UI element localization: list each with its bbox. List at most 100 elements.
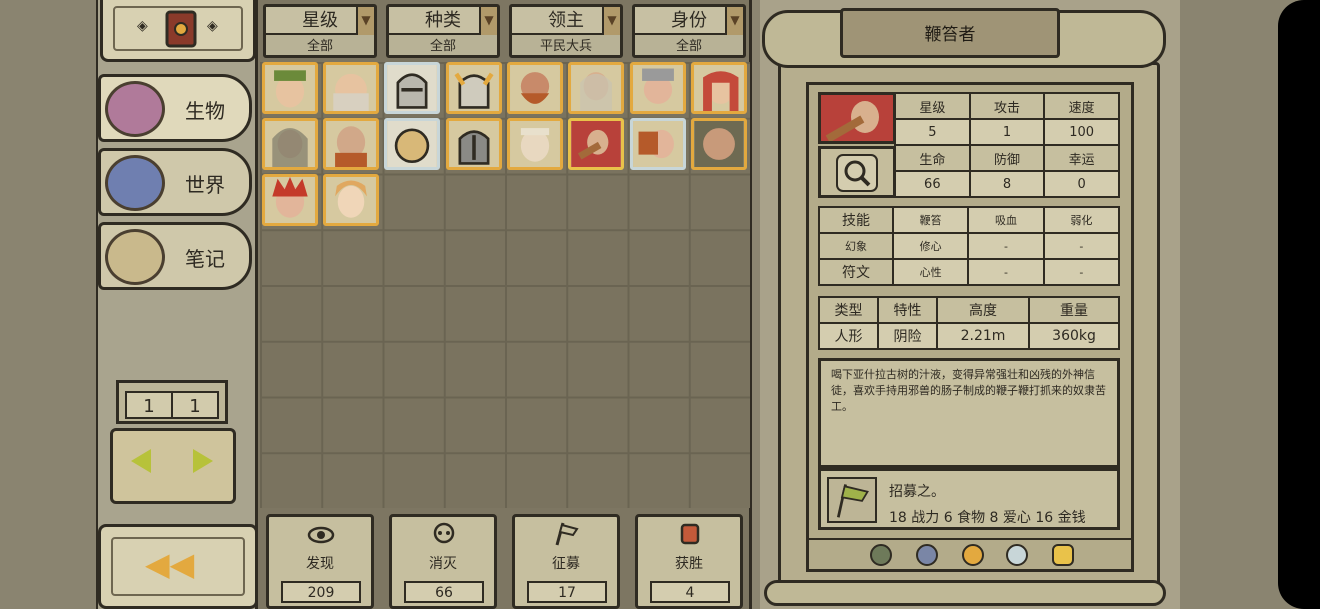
filter-species[interactable]: 种类 ▼ 全部 (386, 4, 500, 58)
hp-label: 生命 (894, 144, 971, 172)
page-book (110, 428, 236, 504)
stat-label: 发现 (306, 556, 334, 572)
recruit-cost: 18 战力 6 食物 8 爱心 16 金钱 (889, 510, 1086, 526)
weight-value: 360kg (1028, 322, 1120, 350)
page-total: 1 (171, 391, 219, 419)
stat-label: 获胜 (675, 556, 703, 572)
creature-portrait[interactable] (691, 62, 747, 114)
left-background (0, 0, 96, 609)
creature-description: 喝下亚什拉古树的汁液，变得异常强壮和凶残的外神信徒，喜欢手持用邪兽的肠子制成的鞭… (818, 358, 1120, 468)
height-label: 高度 (935, 296, 1031, 324)
category-world[interactable]: 世界 (98, 148, 252, 216)
page-indicator: 1 1 (116, 380, 228, 424)
codex-book-button[interactable]: ◈ ◈ (100, 0, 256, 62)
trait-label: 特性 (877, 296, 938, 324)
creature-portrait[interactable] (384, 118, 440, 170)
creature-name: 鞭笞者 (924, 25, 976, 45)
creature-detail-portrait (818, 92, 896, 144)
rewind-icon: ◀◀ (145, 545, 195, 583)
magnifier-icon (836, 154, 878, 192)
creature-portrait[interactable] (630, 118, 686, 170)
screen-edge (1278, 0, 1320, 609)
rune-2: - (967, 258, 1045, 286)
dropdown-icon: ▼ (479, 7, 497, 35)
stat-value: 66 (404, 581, 484, 603)
creature-portrait[interactable] (507, 118, 563, 170)
illusion-label: 幻象 (818, 232, 894, 260)
creature-portrait[interactable] (446, 118, 502, 170)
filter-lord[interactable]: 领主 ▼ 平民大兵 (509, 4, 623, 58)
badge-blue-icon[interactable] (916, 544, 938, 566)
skills-table: 技能 鞭笞 吸血 弱化 幻象 修心 - - 符文 心性 - - (818, 206, 1121, 286)
scroll-bottom-roll (764, 580, 1166, 606)
back-button[interactable]: ◀◀ (98, 524, 258, 609)
diamond-right-icon: ◈ (207, 18, 218, 34)
stat-label: 消灭 (429, 556, 457, 572)
lock-icon[interactable] (1052, 544, 1074, 566)
creature-portrait[interactable] (323, 174, 379, 226)
dropdown-icon: ▼ (602, 7, 620, 35)
category-creatures[interactable]: 生物 (98, 74, 252, 142)
creature-portrait[interactable] (323, 118, 379, 170)
recruit-title: 招募之。 (889, 484, 945, 500)
creature-portrait[interactable] (323, 62, 379, 114)
creature-portrait[interactable] (262, 62, 318, 114)
book-icon (165, 10, 197, 48)
inspect-button[interactable] (818, 146, 896, 198)
creature-portrait[interactable] (630, 62, 686, 114)
creature-portrait[interactable] (262, 118, 318, 170)
creature-portrait[interactable] (384, 62, 440, 114)
filter-value: 全部 (675, 39, 702, 54)
rune-label: 符文 (818, 258, 894, 286)
creature-portrait[interactable] (262, 174, 318, 226)
skill-1[interactable]: 鞭笞 (891, 206, 970, 234)
badge-green-icon[interactable] (870, 544, 892, 566)
prev-page-button[interactable] (131, 449, 151, 473)
weight-label: 重量 (1028, 296, 1120, 324)
rune-1[interactable]: 心性 (891, 258, 970, 286)
badge-silver-icon[interactable] (1006, 544, 1028, 566)
traits-table: 类型 特性 高度 重量 人形 阴险 2.21m 360kg (818, 296, 1120, 350)
filter-identity[interactable]: 身份 ▼ 全部 (632, 4, 746, 58)
page-current: 1 (125, 391, 173, 419)
luck-value: 0 (1043, 170, 1120, 198)
illusion-1[interactable]: 修心 (891, 232, 970, 260)
creature-portrait[interactable] (568, 62, 624, 114)
category-label: 生物 (185, 99, 225, 123)
rune-3: - (1042, 258, 1121, 286)
filter-value: 平民大兵 (539, 39, 592, 54)
luck-label: 幸运 (1043, 144, 1120, 172)
defense-label: 防御 (968, 144, 1046, 172)
category-label: 笔记 (185, 247, 225, 271)
creature-portrait[interactable] (691, 118, 747, 170)
stat-discovered: 发现 209 (266, 514, 374, 609)
skill-3[interactable]: 弱化 (1042, 206, 1121, 234)
stat-value: 209 (281, 581, 361, 603)
attributes-table: 星级 攻击 速度 5 1 100 生命 防御 幸运 66 8 0 (894, 92, 1120, 198)
filter-star[interactable]: 星级 ▼ 全部 (263, 4, 377, 58)
recruit-flag-icon (827, 477, 877, 523)
next-page-button[interactable] (193, 449, 213, 473)
filter-value: 全部 (429, 39, 456, 54)
creature-portrait[interactable] (507, 62, 563, 114)
creature-portrait[interactable] (568, 118, 624, 170)
creature-portrait[interactable] (446, 62, 502, 114)
speed-value: 100 (1043, 118, 1120, 146)
attack-value: 1 (968, 118, 1046, 146)
badge-orange-icon[interactable] (962, 544, 984, 566)
flag-icon (555, 522, 579, 546)
stat-recruited: 征募 17 (512, 514, 620, 609)
skill-2[interactable]: 吸血 (967, 206, 1045, 234)
star-label: 星级 (894, 92, 971, 120)
recruit-section[interactable]: 招募之。 18 战力 6 食物 8 爱心 16 金钱 (818, 468, 1120, 530)
creature-icon (105, 81, 165, 137)
category-label: 世界 (185, 173, 225, 197)
star-value: 5 (894, 118, 971, 146)
height-value: 2.21m (935, 322, 1031, 350)
globe-icon (105, 155, 165, 211)
stat-value: 17 (527, 581, 607, 603)
eye-icon (307, 526, 335, 544)
fist-icon (680, 523, 700, 545)
stat-value: 4 (650, 581, 730, 603)
category-notes[interactable]: 笔记 (98, 222, 252, 290)
